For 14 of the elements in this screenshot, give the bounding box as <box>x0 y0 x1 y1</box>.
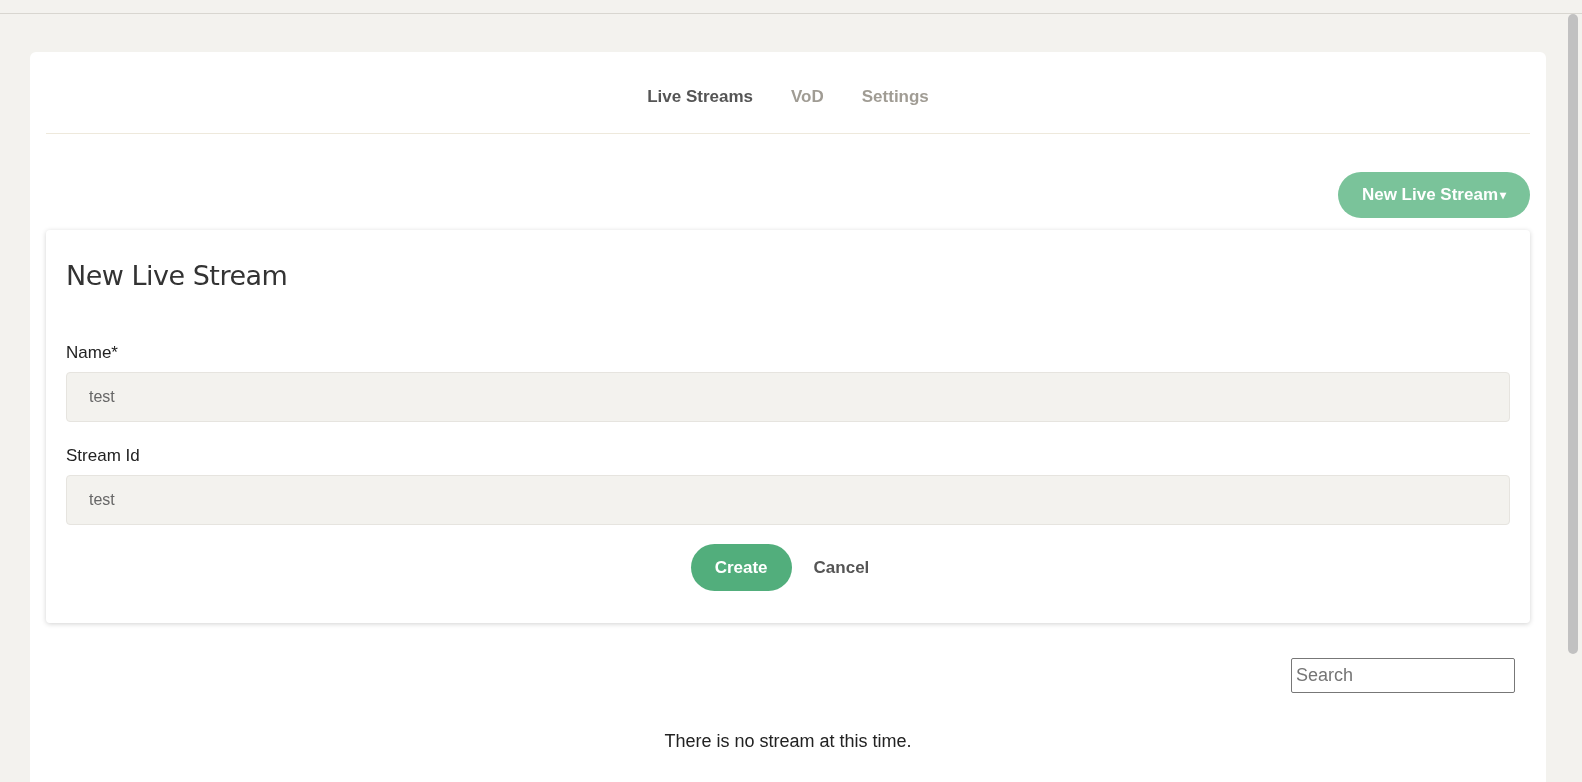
field-label: Stream Id <box>66 446 140 466</box>
create-button[interactable]: Create <box>690 544 792 591</box>
nav-tab[interactable]: Settings <box>861 87 929 133</box>
input-field[interactable]: test <box>66 372 1510 422</box>
field-label: Name* <box>66 343 118 363</box>
caret-icon: ▾ <box>1500 188 1506 202</box>
scrollbar-thumb[interactable] <box>1568 14 1578 654</box>
input-field[interactable]: test <box>66 475 1510 525</box>
cancel-button[interactable]: Cancel <box>797 544 886 591</box>
nav-tab[interactable]: Live Streams <box>647 87 753 133</box>
nav-tab[interactable]: VoD <box>791 87 824 133</box>
empty-message: There is no stream at this time. <box>663 731 913 752</box>
form-title: New Live Stream <box>66 260 289 291</box>
search-field[interactable]: Search <box>1291 658 1515 693</box>
